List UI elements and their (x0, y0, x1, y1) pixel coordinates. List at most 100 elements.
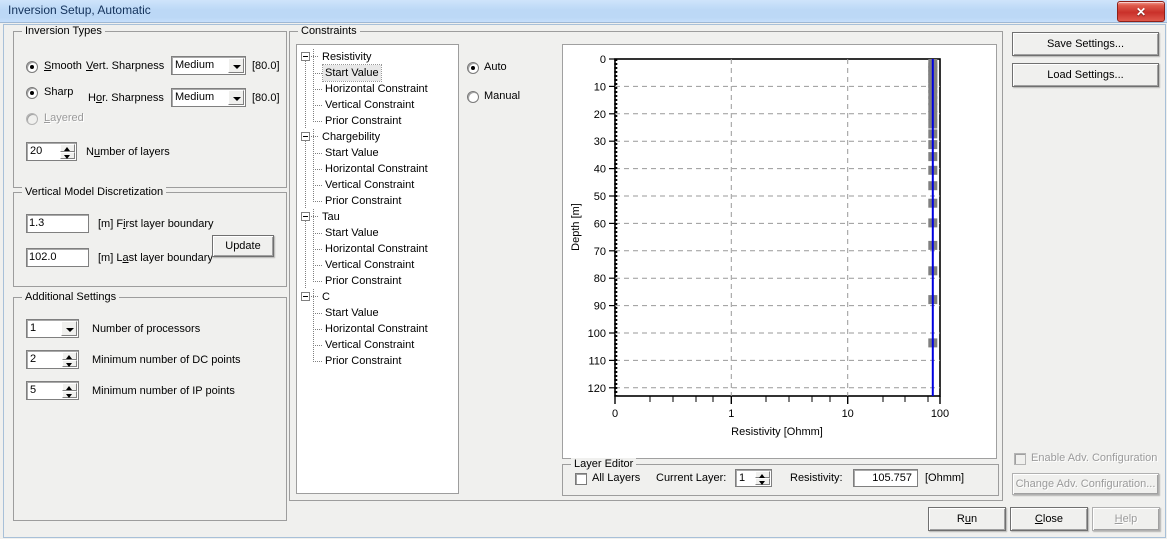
tree-item-label: Prior Constraint (325, 355, 402, 367)
vert-sharpness-value: Medium (175, 59, 215, 71)
spinner-up-icon[interactable] (755, 471, 770, 478)
inversion-setup-window: Inversion Setup, Automatic ✕ Inversion T… (0, 0, 1167, 539)
svg-text:0: 0 (612, 408, 618, 420)
tree-connector (313, 233, 322, 234)
constraints-legend: Constraints (298, 25, 360, 37)
chevron-down-icon[interactable] (61, 321, 77, 336)
tree-expander-collapse-icon[interactable] (301, 212, 310, 221)
radio-smooth-label: Smooth (44, 60, 82, 72)
tree-item-label: Start Value (322, 64, 382, 82)
processors-combo[interactable]: 1 (26, 319, 79, 338)
min-dc-spin-buttons[interactable] (62, 352, 77, 367)
tree-connector (313, 265, 322, 266)
tree-item-label: Horizontal Constraint (325, 83, 428, 95)
layer-resistivity-input[interactable]: 105.757 (853, 469, 918, 487)
update-button[interactable]: Update (212, 235, 274, 257)
svg-text:0: 0 (600, 54, 606, 66)
x-axis-label: Resistivity [Ohmm] (731, 426, 823, 438)
processors-label: Number of processors (92, 323, 201, 335)
load-settings-button[interactable]: Load Settings... (1012, 63, 1159, 87)
svg-text:70: 70 (594, 246, 606, 258)
close-button[interactable]: Close (1010, 507, 1088, 531)
spinner-up-icon[interactable] (60, 144, 75, 152)
number-of-layers-spin-buttons[interactable] (60, 144, 75, 159)
tree-expander-collapse-icon[interactable] (301, 132, 310, 141)
run-button-label: Run (956, 513, 978, 525)
hor-sharpness-combo[interactable]: Medium (171, 88, 246, 107)
svg-text:110: 110 (588, 355, 606, 367)
title-bar: Inversion Setup, Automatic ✕ (0, 0, 1167, 23)
radio-smooth[interactable] (26, 61, 38, 73)
tree-connector (313, 129, 314, 202)
layer-resistivity-unit: [Ohmm] (925, 472, 965, 484)
tree-connector (313, 361, 322, 362)
chevron-down-icon[interactable] (228, 58, 244, 73)
min-ip-points-spinner[interactable]: 5 (26, 381, 79, 400)
current-layer-value: 1 (739, 472, 746, 484)
svg-text:60: 60 (594, 218, 606, 230)
last-layer-boundary-label: [m] Last layer boundary (98, 252, 213, 264)
svg-text:20: 20 (594, 109, 606, 121)
tree-connector (313, 185, 322, 186)
svg-text:90: 90 (594, 301, 606, 313)
window-title: Inversion Setup, Automatic (8, 3, 151, 17)
save-settings-button[interactable]: Save Settings... (1012, 32, 1159, 56)
chevron-down-icon[interactable] (228, 90, 244, 105)
run-button[interactable]: Run (928, 507, 1006, 531)
tree-item-label: Vertical Constraint (325, 339, 415, 351)
all-layers-checkbox[interactable] (575, 473, 587, 485)
vertical-discretization-group: Vertical Model Discretization 1.3 [m] Fi… (13, 186, 287, 287)
min-ip-points-value: 5 (30, 384, 37, 396)
min-dc-points-label: Minimum number of DC points (92, 354, 241, 366)
tree-connector (313, 153, 322, 154)
close-window-button[interactable]: ✕ (1117, 1, 1165, 22)
spinner-down-icon[interactable] (62, 359, 77, 367)
tree-node-label: C (322, 291, 330, 303)
close-button-label: Close (1034, 513, 1064, 525)
tree-item-label: Horizontal Constraint (325, 243, 428, 255)
last-layer-boundary-input[interactable]: 102.0 (26, 248, 89, 267)
current-layer-spin-buttons[interactable] (755, 471, 770, 485)
tree-connector (313, 281, 322, 282)
radio-sharp-label: Sharp (44, 86, 74, 98)
vertical-discretization-legend: Vertical Model Discretization (22, 186, 167, 198)
spinner-up-icon[interactable] (62, 383, 77, 391)
tree-connector (313, 105, 322, 106)
number-of-layers-label: Number of layers (86, 146, 170, 158)
layer-editor-legend: Layer Editor (571, 458, 637, 470)
tree-item-label: Prior Constraint (325, 275, 402, 287)
change-adv-config-button: Change Adv. Configuration... (1012, 473, 1159, 495)
tree-expander-collapse-icon[interactable] (301, 52, 310, 61)
additional-settings-legend: Additional Settings (22, 291, 120, 303)
tree-expander-collapse-icon[interactable] (301, 292, 310, 301)
constraints-tree[interactable]: Resistivity Start Value Horizontal Constra… (296, 44, 459, 494)
enable-adv-config-label: Enable Adv. Configuration (1031, 452, 1158, 464)
tree-connector (313, 169, 322, 170)
current-layer-spinner[interactable]: 1 (735, 469, 772, 487)
vert-sharpness-bracket: [80.0] (252, 60, 280, 72)
min-ip-spin-buttons[interactable] (62, 383, 77, 398)
inversion-types-group: Inversion Types Smooth Sharp Layered Ver… (13, 25, 287, 188)
hor-sharpness-value: Medium (175, 91, 215, 103)
client-area: Inversion Types Smooth Sharp Layered Ver… (3, 24, 1166, 538)
spinner-up-icon[interactable] (62, 352, 77, 360)
svg-text:100: 100 (588, 328, 606, 340)
vert-sharpness-combo[interactable]: Medium (171, 56, 246, 75)
radio-layered (26, 113, 38, 125)
min-dc-points-spinner[interactable]: 2 (26, 350, 79, 369)
radio-sharp[interactable] (26, 87, 38, 99)
first-layer-boundary-input[interactable]: 1.3 (26, 214, 89, 233)
spinner-down-icon[interactable] (60, 151, 75, 159)
svg-text:120: 120 (588, 383, 606, 395)
tree-item-label: Start Value (325, 227, 379, 239)
tree-connector (313, 313, 322, 314)
spinner-down-icon[interactable] (62, 390, 77, 398)
help-button-label: Help (1114, 513, 1138, 525)
current-layer-label: Current Layer: (656, 472, 727, 484)
number-of-layers-spinner[interactable]: 20 (26, 142, 77, 161)
spinner-down-icon[interactable] (755, 478, 770, 485)
resistivity-depth-plot[interactable]: 0 10 20 30 40 50 60 70 80 90 100 110 120 (562, 44, 997, 459)
radio-manual[interactable] (467, 91, 479, 103)
vert-sharpness-label: Vert. Sharpness (86, 60, 165, 72)
radio-auto[interactable] (467, 62, 479, 74)
